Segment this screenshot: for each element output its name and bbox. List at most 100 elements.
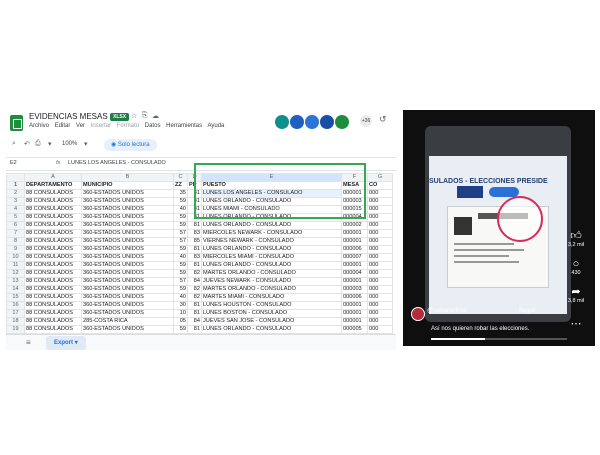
table-cell[interactable]: VIERNES NEWARK - CONSULADO (201, 237, 342, 246)
table-cell[interactable]: 000 (367, 261, 393, 270)
field-header-cell[interactable]: MUNICIPIO (81, 181, 174, 190)
table-cell[interactable]: MIERCOLES NEWARK - CONSULADO (201, 229, 342, 238)
table-cell[interactable]: 000 (367, 229, 393, 238)
share-button[interactable]: ➦ 3,8 mil (561, 286, 591, 304)
table-cell[interactable]: 000001 (341, 317, 368, 326)
menu-archivo[interactable]: Archivo (29, 123, 49, 129)
menu-insertar[interactable]: Insertar (91, 123, 111, 129)
comment-button[interactable]: ○ 430 (561, 258, 591, 276)
table-cell[interactable]: 000 (367, 237, 393, 246)
collaborator-count[interactable]: +36 (360, 115, 372, 127)
table-cell[interactable]: 83 (187, 253, 202, 262)
table-cell[interactable]: 285-COSTA RICA (81, 317, 174, 326)
table-cell[interactable]: 000 (367, 189, 393, 198)
table-cell[interactable]: 360-ESTADOS UNIDOS (81, 197, 174, 206)
table-cell[interactable]: LUNES ORLANDO - CONSULADO (201, 325, 342, 334)
table-cell[interactable]: 82 (187, 269, 202, 278)
table-cell[interactable]: 35 (173, 189, 188, 198)
like-button[interactable]: 👍︎ 3,2 mil (561, 230, 591, 248)
column-header-c[interactable]: C (173, 173, 188, 182)
table-cell[interactable]: 88 CONSULADOS (24, 205, 82, 214)
table-cell[interactable]: 360-ESTADOS UNIDOS (81, 309, 174, 318)
table-cell[interactable]: 000 (367, 309, 393, 318)
avatar[interactable] (289, 114, 305, 130)
zoom-select[interactable]: 100% (62, 141, 77, 147)
table-cell[interactable]: 88 CONSULADOS (24, 245, 82, 254)
table-cell[interactable]: 59 (173, 213, 188, 222)
row-number[interactable]: 5 (6, 213, 25, 222)
menu-formato[interactable]: Formato (117, 123, 139, 129)
table-cell[interactable]: 360-ESTADOS UNIDOS (81, 269, 174, 278)
table-cell[interactable]: 000 (367, 245, 393, 254)
table-cell[interactable]: 000 (367, 293, 393, 302)
table-cell[interactable]: 85 (187, 237, 202, 246)
table-cell[interactable]: 88 CONSULADOS (24, 325, 82, 334)
table-cell[interactable]: 88 CONSULADOS (24, 269, 82, 278)
sheets-list-icon[interactable]: ≡ (26, 338, 31, 347)
menu-herramientas[interactable]: Herramientas (166, 123, 202, 129)
table-cell[interactable]: 360-ESTADOS UNIDOS (81, 237, 174, 246)
search-icon[interactable]: ⌕ (12, 140, 16, 148)
table-cell[interactable]: 83 (187, 229, 202, 238)
table-cell[interactable]: JUEVES NEWARK - CONSULADO (201, 277, 342, 286)
row-number[interactable]: 9 (6, 245, 25, 254)
table-cell[interactable]: 59 (173, 197, 188, 206)
table-cell[interactable]: 360-ESTADOS UNIDOS (81, 301, 174, 310)
row-number[interactable]: 19 (6, 325, 25, 334)
table-cell[interactable]: 000 (367, 277, 393, 286)
row-number[interactable]: 18 (6, 317, 25, 326)
table-cell[interactable]: 82 (187, 293, 202, 302)
table-cell[interactable]: 59 (173, 221, 188, 230)
table-cell[interactable]: 360-ESTADOS UNIDOS (81, 285, 174, 294)
table-cell[interactable]: 40 (173, 205, 188, 214)
follow-button[interactable]: · Seguir (515, 308, 536, 314)
table-cell[interactable]: 88 CONSULADOS (24, 301, 82, 310)
sheet-tab-export[interactable]: Export ▾ (46, 336, 86, 350)
table-cell[interactable]: 000 (367, 317, 393, 326)
table-cell[interactable]: 84 (187, 317, 202, 326)
table-cell[interactable]: 81 (187, 221, 202, 230)
formula-input[interactable]: LUNES LOS ANGELES - CONSULADO (68, 160, 166, 166)
table-cell[interactable]: 81 (187, 301, 202, 310)
table-cell[interactable]: 360-ESTADOS UNIDOS (81, 261, 174, 270)
table-cell[interactable]: 88 CONSULADOS (24, 253, 82, 262)
table-cell[interactable]: MARTES ORLANDO - CONSULADO (201, 269, 342, 278)
table-cell[interactable]: JUEVES SAN JOSE - CONSULADO (201, 317, 342, 326)
field-header-cell[interactable]: DEPARTAMENTO (24, 181, 82, 190)
row-number[interactable]: 15 (6, 293, 25, 302)
document-title[interactable]: EVIDENCIAS MESAS (29, 112, 108, 121)
table-cell[interactable]: 88 CONSULADOS (24, 229, 82, 238)
table-cell[interactable]: 000 (367, 301, 393, 310)
table-cell[interactable]: 88 CONSULADOS (24, 197, 82, 206)
field-header-cell[interactable]: CO (367, 181, 393, 190)
table-cell[interactable]: 360-ESTADOS UNIDOS (81, 229, 174, 238)
table-cell[interactable]: 10 (173, 309, 188, 318)
table-cell[interactable]: 000 (367, 325, 393, 334)
table-cell[interactable]: 59 (173, 269, 188, 278)
table-cell[interactable]: 59 (173, 285, 188, 294)
table-cell[interactable]: 000 (367, 213, 393, 222)
table-cell[interactable]: LUNES ORLANDO - CONSULADO (201, 261, 342, 270)
table-cell[interactable]: 000001 (341, 237, 368, 246)
table-cell[interactable]: 000003 (341, 285, 368, 294)
sheets-logo-icon[interactable] (10, 115, 23, 131)
avatar[interactable] (304, 114, 320, 130)
column-header-b[interactable]: B (81, 173, 174, 182)
table-cell[interactable]: MARTES MIAMI - CONSULADO (201, 293, 342, 302)
field-header-cell[interactable]: ZZ (173, 181, 188, 190)
avatar[interactable] (319, 114, 335, 130)
table-cell[interactable]: 88 CONSULADOS (24, 213, 82, 222)
table-cell[interactable]: 40 (173, 253, 188, 262)
table-cell[interactable]: 000001 (341, 261, 368, 270)
table-cell[interactable]: 88 CONSULADOS (24, 285, 82, 294)
print-icon[interactable]: ⎙ (35, 140, 41, 148)
row-number[interactable]: 16 (6, 301, 25, 310)
undo-icon[interactable]: ↶ (24, 140, 30, 148)
table-cell[interactable]: 88 CONSULADOS (24, 221, 82, 230)
video-progress-bar[interactable] (431, 338, 567, 340)
table-cell[interactable]: 000 (367, 285, 393, 294)
table-cell[interactable]: 57 (173, 237, 188, 246)
table-cell[interactable]: 000 (367, 253, 393, 262)
more-button[interactable]: ⋯ (561, 318, 591, 330)
table-cell[interactable]: 000005 (341, 325, 368, 334)
